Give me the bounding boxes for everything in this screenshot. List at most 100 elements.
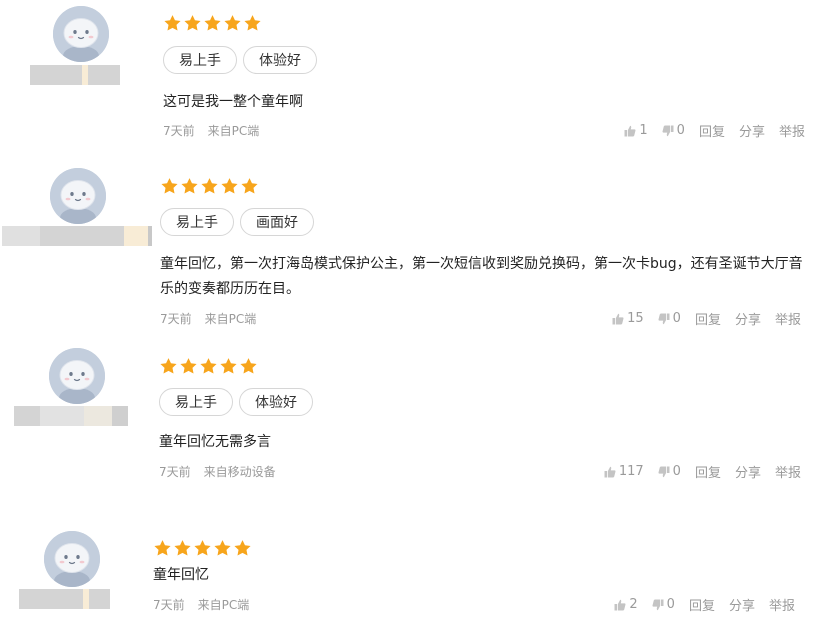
default-avatar-icon: [44, 531, 100, 587]
username-blurred[interactable]: [30, 65, 120, 85]
dislike-count: 0: [672, 311, 681, 326]
review-meta: 7天前 来自移动设备: [159, 463, 276, 480]
dislike-count: 0: [676, 123, 685, 138]
star-icon: [224, 15, 241, 31]
tag-list: 易上手 体验好: [163, 46, 317, 74]
review-item: 易上手 体验好 这可是我一整个童年啊 7天前 来自PC端 1 0 回复 分享 举报: [0, 0, 829, 150]
review-meta: 7天前 来自PC端: [153, 596, 249, 613]
review-actions: 1 0 回复 分享 举报: [610, 121, 805, 140]
post-source: 来自PC端: [207, 124, 260, 138]
dislike-button[interactable]: 0: [658, 464, 681, 479]
reply-button[interactable]: 回复: [699, 121, 725, 140]
report-button[interactable]: 举报: [775, 462, 801, 481]
review-item: 童年回忆 7天前 来自PC端 2 0 回复 分享 举报: [0, 525, 829, 631]
star-icon: [221, 178, 238, 194]
review-content: 童年回忆无需多言: [159, 434, 271, 450]
review-meta: 7天前 来自PC端: [160, 310, 256, 327]
thumbs-down-icon: [662, 125, 677, 137]
default-avatar-icon: [53, 6, 109, 62]
post-source: 来自PC端: [197, 598, 250, 612]
star-rating: [163, 14, 262, 32]
dislike-count: 0: [666, 597, 675, 612]
share-button[interactable]: 分享: [739, 121, 765, 140]
avatar[interactable]: [44, 531, 100, 587]
avatar[interactable]: [50, 168, 106, 224]
report-button[interactable]: 举报: [775, 309, 801, 328]
username-blurred[interactable]: [19, 589, 110, 609]
like-button[interactable]: 15: [612, 311, 644, 326]
star-rating: [159, 357, 258, 375]
like-count: 117: [618, 464, 644, 479]
report-button[interactable]: 举报: [769, 595, 795, 614]
share-button[interactable]: 分享: [735, 462, 761, 481]
star-icon: [214, 540, 231, 556]
review-actions: 117 0 回复 分享 举报: [590, 462, 801, 481]
star-icon: [164, 15, 181, 31]
review-actions: 15 0 回复 分享 举报: [598, 309, 801, 328]
post-time: 7天前: [163, 124, 195, 138]
avatar[interactable]: [53, 6, 109, 62]
tag-list: 易上手 画面好: [160, 208, 314, 236]
review-content: 这可是我一整个童年啊: [163, 94, 303, 110]
dislike-count: 0: [672, 464, 681, 479]
tag: 体验好: [239, 388, 313, 416]
share-button[interactable]: 分享: [735, 309, 761, 328]
reply-button[interactable]: 回复: [695, 309, 721, 328]
star-icon: [194, 540, 211, 556]
tag: 易上手: [160, 208, 234, 236]
username-blurred[interactable]: [14, 406, 128, 426]
thumbs-down-icon: [658, 313, 673, 325]
review-item: 易上手 画面好 童年回忆，第一次打海岛模式保护公主，第一次短信收到奖励兑换码，第…: [0, 162, 829, 332]
star-rating: [160, 177, 259, 195]
tag: 画面好: [240, 208, 314, 236]
dislike-button[interactable]: 0: [662, 123, 685, 138]
thumbs-up-icon: [624, 125, 639, 137]
thumbs-up-icon: [612, 313, 627, 325]
thumbs-up-icon: [614, 599, 629, 611]
thumbs-down-icon: [652, 599, 667, 611]
star-icon: [244, 15, 261, 31]
avatar[interactable]: [49, 348, 105, 404]
star-icon: [220, 358, 237, 374]
like-count: 15: [627, 311, 644, 326]
like-count: 2: [629, 597, 638, 612]
like-button[interactable]: 117: [604, 464, 644, 479]
post-time: 7天前: [153, 598, 185, 612]
star-icon: [181, 178, 198, 194]
share-button[interactable]: 分享: [729, 595, 755, 614]
star-icon: [240, 358, 257, 374]
like-button[interactable]: 1: [624, 123, 648, 138]
post-time: 7天前: [159, 465, 191, 479]
review-actions: 2 0 回复 分享 举报: [600, 595, 795, 614]
review-content: 童年回忆，第一次打海岛模式保护公主，第一次短信收到奖励兑换码，第一次卡bug，还…: [160, 256, 803, 297]
default-avatar-icon: [49, 348, 105, 404]
thumbs-up-icon: [604, 466, 619, 478]
star-icon: [201, 178, 218, 194]
thumbs-down-icon: [658, 466, 673, 478]
star-icon: [200, 358, 217, 374]
like-button[interactable]: 2: [614, 597, 638, 612]
star-icon: [204, 15, 221, 31]
star-icon: [184, 15, 201, 31]
dislike-button[interactable]: 0: [658, 311, 681, 326]
tag-list: 易上手 体验好: [159, 388, 313, 416]
report-button[interactable]: 举报: [779, 121, 805, 140]
post-source: 来自PC端: [204, 312, 257, 326]
star-icon: [174, 540, 191, 556]
star-icon: [241, 178, 258, 194]
like-count: 1: [639, 123, 648, 138]
reply-button[interactable]: 回复: [695, 462, 721, 481]
default-avatar-icon: [50, 168, 106, 224]
username-blurred[interactable]: [2, 226, 152, 246]
reply-button[interactable]: 回复: [689, 595, 715, 614]
tag: 易上手: [163, 46, 237, 74]
star-icon: [160, 358, 177, 374]
star-icon: [180, 358, 197, 374]
post-time: 7天前: [160, 312, 192, 326]
star-icon: [154, 540, 171, 556]
post-source: 来自移动设备: [203, 465, 276, 479]
star-icon: [161, 178, 178, 194]
tag: 易上手: [159, 388, 233, 416]
dislike-button[interactable]: 0: [652, 597, 675, 612]
review-item: 易上手 体验好 童年回忆无需多言 7天前 来自移动设备 117 0 回复 分享 举…: [0, 342, 829, 492]
